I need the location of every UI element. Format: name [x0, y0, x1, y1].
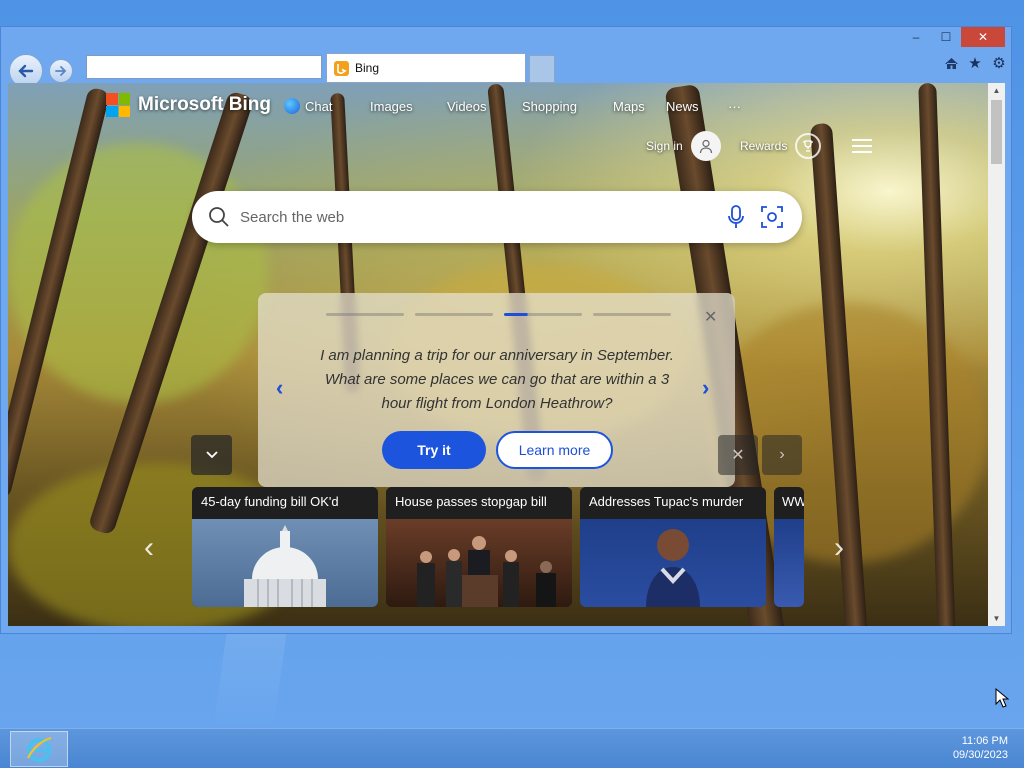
news-card[interactable]: Addresses Tupac's murder — [580, 487, 766, 607]
bing-logo[interactable]: Microsoft Bing — [106, 93, 271, 117]
desktop-background-light — [212, 630, 288, 730]
rewards-label: Rewards — [740, 139, 788, 153]
rewards-button[interactable]: Rewards — [740, 133, 822, 159]
chat-prompt-card: ✕ ‹ I am planning a trip for our anniver… — [258, 293, 735, 487]
microsoft-logo-icon — [106, 93, 130, 117]
clock-time: 11:06 PM — [961, 735, 1008, 747]
system-clock[interactable]: 11:06 PM 09/30/2023 — [953, 734, 1008, 762]
news-card[interactable]: 45-day funding bill OK'd — [192, 487, 378, 607]
news-headline: WW — [774, 487, 804, 519]
sign-in-label: Sign in — [646, 139, 683, 153]
nav-shopping[interactable]: Shopping — [522, 98, 613, 114]
search-icon — [209, 207, 229, 227]
news-next-chevron-icon[interactable]: › — [834, 531, 844, 565]
try-it-button[interactable]: Try it — [382, 431, 486, 469]
hamburger-menu-icon[interactable] — [852, 139, 872, 153]
news-prev-chevron-icon[interactable]: ‹ — [144, 531, 154, 565]
news-headline: Addresses Tupac's murder — [580, 487, 766, 519]
progress-step[interactable] — [415, 313, 493, 316]
news-image — [580, 519, 766, 607]
internet-explorer-taskbar-button[interactable] — [10, 731, 68, 767]
sign-in-button[interactable]: Sign in — [646, 131, 721, 161]
favorites-star-icon[interactable]: ★ — [967, 55, 983, 72]
progress-step[interactable] — [593, 313, 671, 316]
address-bar[interactable] — [86, 55, 322, 79]
user-avatar-icon — [690, 131, 721, 161]
close-icon[interactable]: ✕ — [704, 307, 717, 327]
nav-news[interactable]: News — [666, 98, 728, 114]
chevron-down-icon — [205, 451, 218, 459]
tab-bing[interactable]: Bing — [326, 53, 526, 83]
carousel-progress — [326, 313, 671, 316]
news-card[interactable]: House passes stopgap bill — [386, 487, 572, 607]
prompt-text: I am planning a trip for our anniversary… — [320, 347, 674, 412]
close-button[interactable]: ✕ — [961, 27, 1005, 47]
forward-arrow-icon — [55, 66, 67, 76]
portrait-image — [646, 529, 700, 607]
browser-toolbar-icons: ★ ⚙ — [943, 55, 1007, 72]
progress-step[interactable] — [326, 313, 404, 316]
maximize-button[interactable]: ☐ — [931, 27, 961, 47]
bing-nav: Chat Images Videos Shopping Maps News ··… — [284, 98, 758, 114]
brand-name: Microsoft Bing — [138, 94, 271, 115]
chat-icon — [284, 98, 300, 114]
minimize-button[interactable]: ‒ — [901, 27, 931, 47]
press-conference-image — [417, 536, 556, 607]
search-box — [192, 191, 802, 243]
capitol-dome-image — [244, 525, 326, 607]
vertical-scrollbar[interactable]: ▲ ▼ — [988, 83, 1005, 626]
home-icon[interactable] — [943, 55, 959, 71]
nav-chat-label: Chat — [305, 98, 333, 114]
visual-search-icon[interactable] — [758, 203, 786, 231]
nav-chat[interactable]: Chat — [284, 98, 370, 114]
window-controls: ‒ ☐ ✕ — [901, 27, 1005, 48]
new-tab-button[interactable] — [529, 55, 555, 83]
next-image-button[interactable]: › — [762, 435, 802, 475]
taskbar: 11:06 PM 09/30/2023 — [0, 728, 1024, 768]
settings-gear-icon[interactable]: ⚙ — [991, 55, 1007, 72]
nav-maps[interactable]: Maps — [613, 98, 666, 114]
collapse-news-button[interactable] — [191, 435, 232, 475]
close-news-button[interactable]: ✕ — [718, 435, 758, 475]
back-arrow-icon — [18, 64, 34, 78]
previous-prompt-chevron-icon[interactable]: ‹ — [276, 375, 283, 401]
nav-videos[interactable]: Videos — [447, 98, 522, 114]
bing-favicon-icon — [334, 60, 349, 76]
scroll-up-icon[interactable]: ▲ — [988, 83, 1005, 98]
news-image — [192, 519, 378, 607]
learn-more-button[interactable]: Learn more — [496, 431, 613, 469]
scroll-down-icon[interactable]: ▼ — [988, 611, 1005, 626]
microphone-icon[interactable] — [722, 203, 750, 231]
trophy-icon — [795, 133, 822, 159]
scroll-thumb[interactable] — [991, 100, 1002, 164]
bing-homepage: Microsoft Bing Chat Images Videos Shoppi… — [8, 83, 988, 626]
tab-title: Bing — [355, 61, 380, 75]
news-image — [386, 519, 572, 607]
news-card[interactable]: WW — [774, 487, 804, 607]
forward-button[interactable] — [49, 59, 73, 83]
news-headline: House passes stopgap bill — [386, 487, 572, 519]
clock-date: 09/30/2023 — [952, 749, 1008, 761]
nav-images[interactable]: Images — [370, 98, 447, 114]
next-prompt-chevron-icon[interactable]: › — [702, 375, 709, 401]
progress-step-active[interactable] — [504, 313, 582, 316]
news-headline: 45-day funding bill OK'd — [192, 487, 378, 519]
internet-explorer-icon — [27, 736, 52, 762]
news-image — [774, 519, 804, 607]
search-input[interactable] — [240, 208, 714, 226]
mouse-cursor-icon — [995, 688, 1009, 708]
nav-more[interactable]: ··· — [728, 98, 758, 114]
